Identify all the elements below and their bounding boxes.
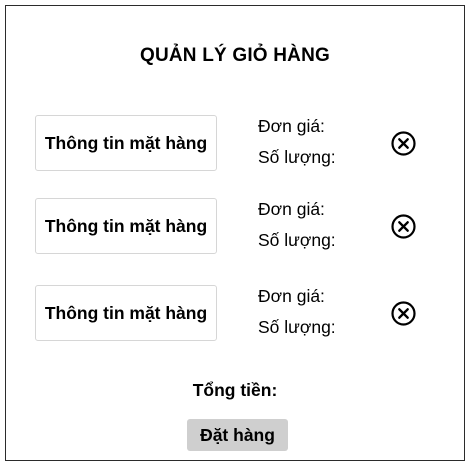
quantity-label: Số lượng: [258,317,336,337]
cart-item: Thông tin mặt hàng Đơn giá: Số lượng: [6,115,464,173]
total-price-label: Tổng tiền: [192,380,278,400]
page-title: QUẢN LÝ GIỎ HÀNG [139,45,331,66]
cart-item: Thông tin mặt hàng Đơn giá: Số lượng: [6,285,464,343]
remove-item-button[interactable] [390,300,417,327]
quantity-label: Số lượng: [258,230,336,250]
unit-price-label: Đơn giá: [258,116,325,136]
item-info-box[interactable]: Thông tin mặt hàng [35,198,217,254]
remove-item-button[interactable] [390,213,417,240]
remove-item-button[interactable] [390,130,417,157]
cart-panel: QUẢN LÝ GIỎ HÀNG Thông tin mặt hàng Đơn … [5,5,465,461]
unit-price-label: Đơn giá: [258,199,325,219]
item-info-box[interactable]: Thông tin mặt hàng [35,285,217,341]
place-order-button[interactable]: Đặt hàng [187,419,288,451]
quantity-label: Số lượng: [258,147,336,167]
close-circle-icon [391,131,416,156]
close-circle-icon [391,301,416,326]
unit-price-label: Đơn giá: [258,286,325,306]
item-info-box[interactable]: Thông tin mặt hàng [35,115,217,171]
cart-item: Thông tin mặt hàng Đơn giá: Số lượng: [6,198,464,256]
close-circle-icon [391,214,416,239]
